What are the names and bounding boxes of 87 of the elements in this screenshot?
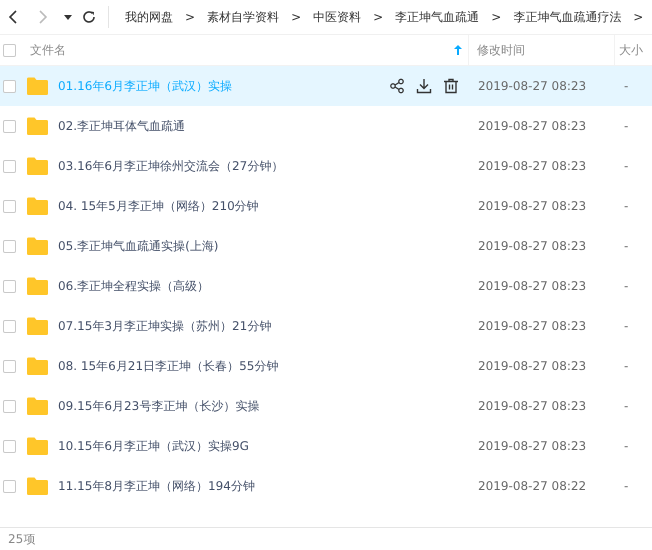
- modified-time: 2019-08-27 08:23: [478, 319, 586, 333]
- file-row[interactable]: 04. 15年5月李正坤（网络）210分钟 2019-08-27 08:23 -: [0, 186, 652, 226]
- file-row[interactable]: 05.李正坤气血疏通实操(上海) 2019-08-27 08:23 -: [0, 226, 652, 266]
- folder-icon: [27, 477, 48, 495]
- file-name[interactable]: 11.15年8月李正坤（网络）194分钟: [58, 478, 469, 494]
- folder-icon: [27, 237, 48, 255]
- file-name[interactable]: 04. 15年5月李正坤（网络）210分钟: [58, 198, 469, 214]
- folder-icon: [27, 197, 48, 215]
- file-name[interactable]: 05.李正坤气血疏通实操(上海): [58, 238, 469, 254]
- column-header[interactable]: 大小: [619, 42, 643, 58]
- file-size: -: [624, 159, 628, 173]
- modified-time: 2019-08-27 08:23: [478, 239, 586, 253]
- file-name[interactable]: 03.16年6月李正坤徐州交流会（27分钟）: [58, 158, 469, 174]
- breadcrumb-separator: >: [184, 10, 196, 24]
- file-row[interactable]: 01.16年6月李正坤（武汉）实操 2019-08-27 08:23 -: [0, 66, 652, 106]
- file-row[interactable]: 10.15年6月李正坤（武汉）实操9G 2019-08-27 08:23 -: [0, 426, 652, 466]
- chevron-left-icon: [8, 10, 18, 24]
- modified-time: 2019-08-27 08:23: [478, 399, 586, 413]
- breadcrumb-link[interactable]: 素材自学资料: [201, 8, 286, 26]
- breadcrumb-separator: >: [372, 10, 384, 24]
- file-size: -: [624, 439, 628, 453]
- download-icon[interactable]: [416, 78, 432, 94]
- file-name[interactable]: 08. 15年6月21日李正坤（长春）55分钟: [58, 358, 469, 374]
- file-name[interactable]: 09.15年6月23号李正坤（长沙）实操: [58, 398, 469, 414]
- checkbox[interactable]: [3, 280, 16, 292]
- checkbox[interactable]: [3, 160, 16, 172]
- modified-time: 2019-08-27 08:23: [478, 119, 586, 133]
- checkbox[interactable]: [3, 360, 16, 372]
- modified-time: 2019-08-27 08:22: [478, 479, 586, 493]
- checkbox[interactable]: [3, 80, 16, 92]
- folder-icon: [27, 317, 48, 335]
- folder-icon: [27, 437, 48, 455]
- file-row[interactable]: 02.李正坤耳体气血疏通 2019-08-27 08:23 -: [0, 106, 652, 146]
- checkbox[interactable]: [3, 320, 16, 332]
- checkbox[interactable]: [3, 120, 16, 132]
- file-row[interactable]: 08. 15年6月21日李正坤（长春）55分钟 2019-08-27 08:23 -: [0, 346, 652, 386]
- folder-icon: [27, 397, 48, 415]
- breadcrumb-link[interactable]: 李正坤气血疏通疗法: [507, 8, 628, 26]
- breadcrumb-link[interactable]: 我的网盘: [119, 8, 179, 26]
- file-name[interactable]: 06.李正坤全程实操（高级）: [58, 278, 469, 294]
- modified-time: 2019-08-27 08:23: [478, 439, 586, 453]
- file-size: -: [624, 199, 628, 213]
- modified-time: 2019-08-27 08:23: [478, 359, 586, 373]
- modified-time: 2019-08-27 08:23: [478, 79, 586, 93]
- column-header[interactable]: 文件名: [30, 42, 454, 58]
- file-size: -: [624, 119, 628, 133]
- checkbox[interactable]: [3, 200, 16, 212]
- folder-icon: [27, 357, 48, 375]
- share-icon[interactable]: [389, 78, 405, 94]
- modified-time: 2019-08-27 08:23: [478, 199, 586, 213]
- trash-icon[interactable]: [443, 78, 459, 94]
- file-name[interactable]: 02.李正坤耳体气血疏通: [58, 118, 469, 134]
- file-row[interactable]: 07.15年3月李正坤实操（苏州）21分钟 2019-08-27 08:23 -: [0, 306, 652, 346]
- file-row[interactable]: 09.15年6月23号李正坤（长沙）实操 2019-08-27 08:23 -: [0, 386, 652, 426]
- file-size: -: [624, 279, 628, 293]
- breadcrumb-separator: >: [490, 10, 502, 24]
- breadcrumb-link[interactable]: 李正坤气血疏通: [389, 8, 486, 26]
- breadcrumb-separator: >: [290, 10, 302, 24]
- refresh-icon: [82, 10, 96, 24]
- file-row[interactable]: 11.15年8月李正坤（网络）194分钟 2019-08-27 08:22 -: [0, 466, 652, 506]
- modified-time: 2019-08-27 08:23: [478, 279, 586, 293]
- column-header[interactable]: 修改时间: [477, 42, 525, 58]
- folder-icon: [27, 77, 48, 95]
- item-count: 25项: [8, 531, 36, 548]
- caret-down-icon: [64, 14, 72, 20]
- checkbox[interactable]: [3, 240, 16, 252]
- checkbox[interactable]: [3, 44, 16, 56]
- folder-icon: [27, 277, 48, 295]
- checkbox[interactable]: [3, 440, 16, 452]
- file-name[interactable]: 10.15年6月李正坤（武汉）实操9G: [58, 438, 469, 454]
- file-row[interactable]: 06.李正坤全程实操（高级） 2019-08-27 08:23 -: [0, 266, 652, 306]
- file-row[interactable]: 03.16年6月李正坤徐州交流会（27分钟） 2019-08-27 08:23 -: [0, 146, 652, 186]
- folder-icon: [27, 157, 48, 175]
- checkbox[interactable]: [3, 400, 16, 412]
- file-size: -: [624, 359, 628, 373]
- breadcrumb-separator: >: [632, 10, 644, 24]
- modified-time: 2019-08-27 08:23: [478, 159, 586, 173]
- file-size: -: [624, 479, 628, 493]
- file-size: -: [624, 239, 628, 253]
- file-size: -: [624, 319, 628, 333]
- checkbox[interactable]: [3, 480, 16, 492]
- breadcrumb-link[interactable]: 中医资料: [307, 8, 368, 26]
- folder-icon: [27, 117, 48, 135]
- file-size: -: [624, 399, 628, 413]
- file-size: -: [624, 79, 628, 93]
- file-name[interactable]: 07.15年3月李正坤实操（苏州）21分钟: [58, 318, 469, 334]
- chevron-right-icon: [38, 10, 48, 24]
